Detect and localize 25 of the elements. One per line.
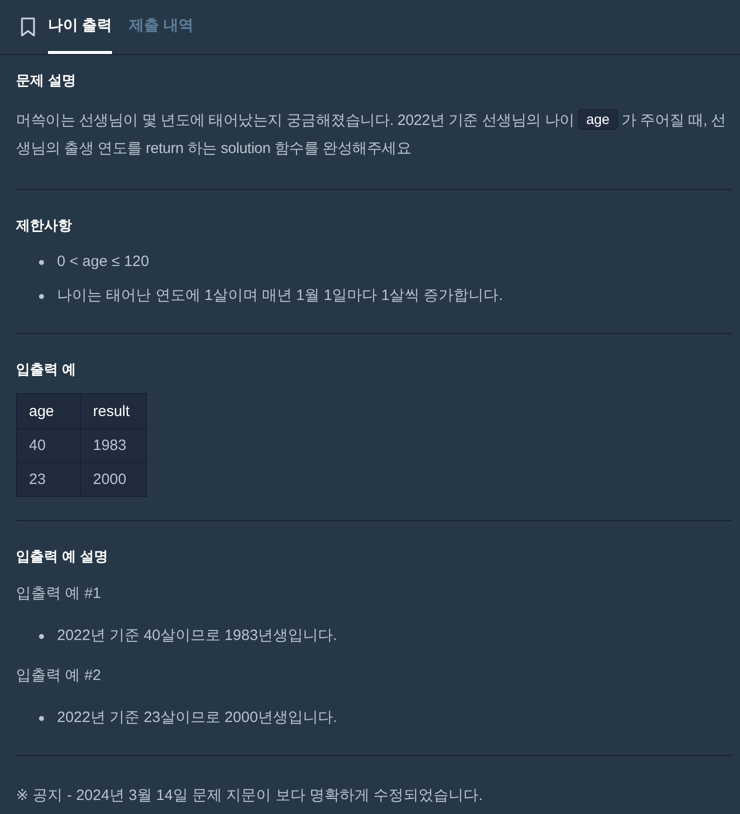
section-heading: 입출력 예 — [16, 360, 77, 379]
list-item: 나이는 태어난 연도에 1살이며 매년 1월 1일마다 1살씩 증가합니다. — [57, 286, 503, 306]
bullet-icon — [39, 294, 44, 298]
table-header-cell: result — [80, 394, 146, 428]
notice-text: ※ 공지 - 2024년 3월 14일 문제 지문이 보다 명확하게 수정되었습니다. — [16, 786, 484, 806]
section-heading: 입출력 예 설명 — [16, 547, 109, 566]
section-heading: 제한사항 — [16, 216, 73, 235]
table-header-cell: age — [16, 394, 80, 428]
bookmark-icon[interactable] — [20, 17, 36, 37]
table-cell: 23 — [16, 462, 80, 496]
bullet-icon — [39, 260, 44, 264]
table-cell: 2000 — [80, 462, 146, 496]
problem-description: 머쓱이는 선생님이 몇 년도에 태어났는지 궁금해졌습니다. 2022년 기준 선생님의 나이 age 가 주어질 때, 선생님의 출생 연도를 return 하는 solution 함수를 완성해주세요 — [16, 108, 727, 159]
list-item: 0 < age ≤ 120 — [57, 252, 150, 272]
bullet-icon — [39, 716, 44, 720]
list-item: 2022년 기준 40살이므로 1983년생입니다. — [57, 626, 338, 646]
table-cell: 1983 — [80, 428, 146, 462]
inline-code: age — [578, 109, 618, 130]
table-cell: 40 — [16, 428, 80, 462]
tab[interactable]: 나이 출력 — [48, 0, 112, 54]
list-item: 2022년 기준 23살이므로 2000년생입니다. — [57, 708, 338, 728]
paragraph: 입출력 예 #1 — [16, 584, 102, 604]
paragraph: 입출력 예 #2 — [16, 666, 102, 686]
bullet-icon — [39, 634, 44, 638]
section-heading: 문제 설명 — [16, 71, 77, 90]
